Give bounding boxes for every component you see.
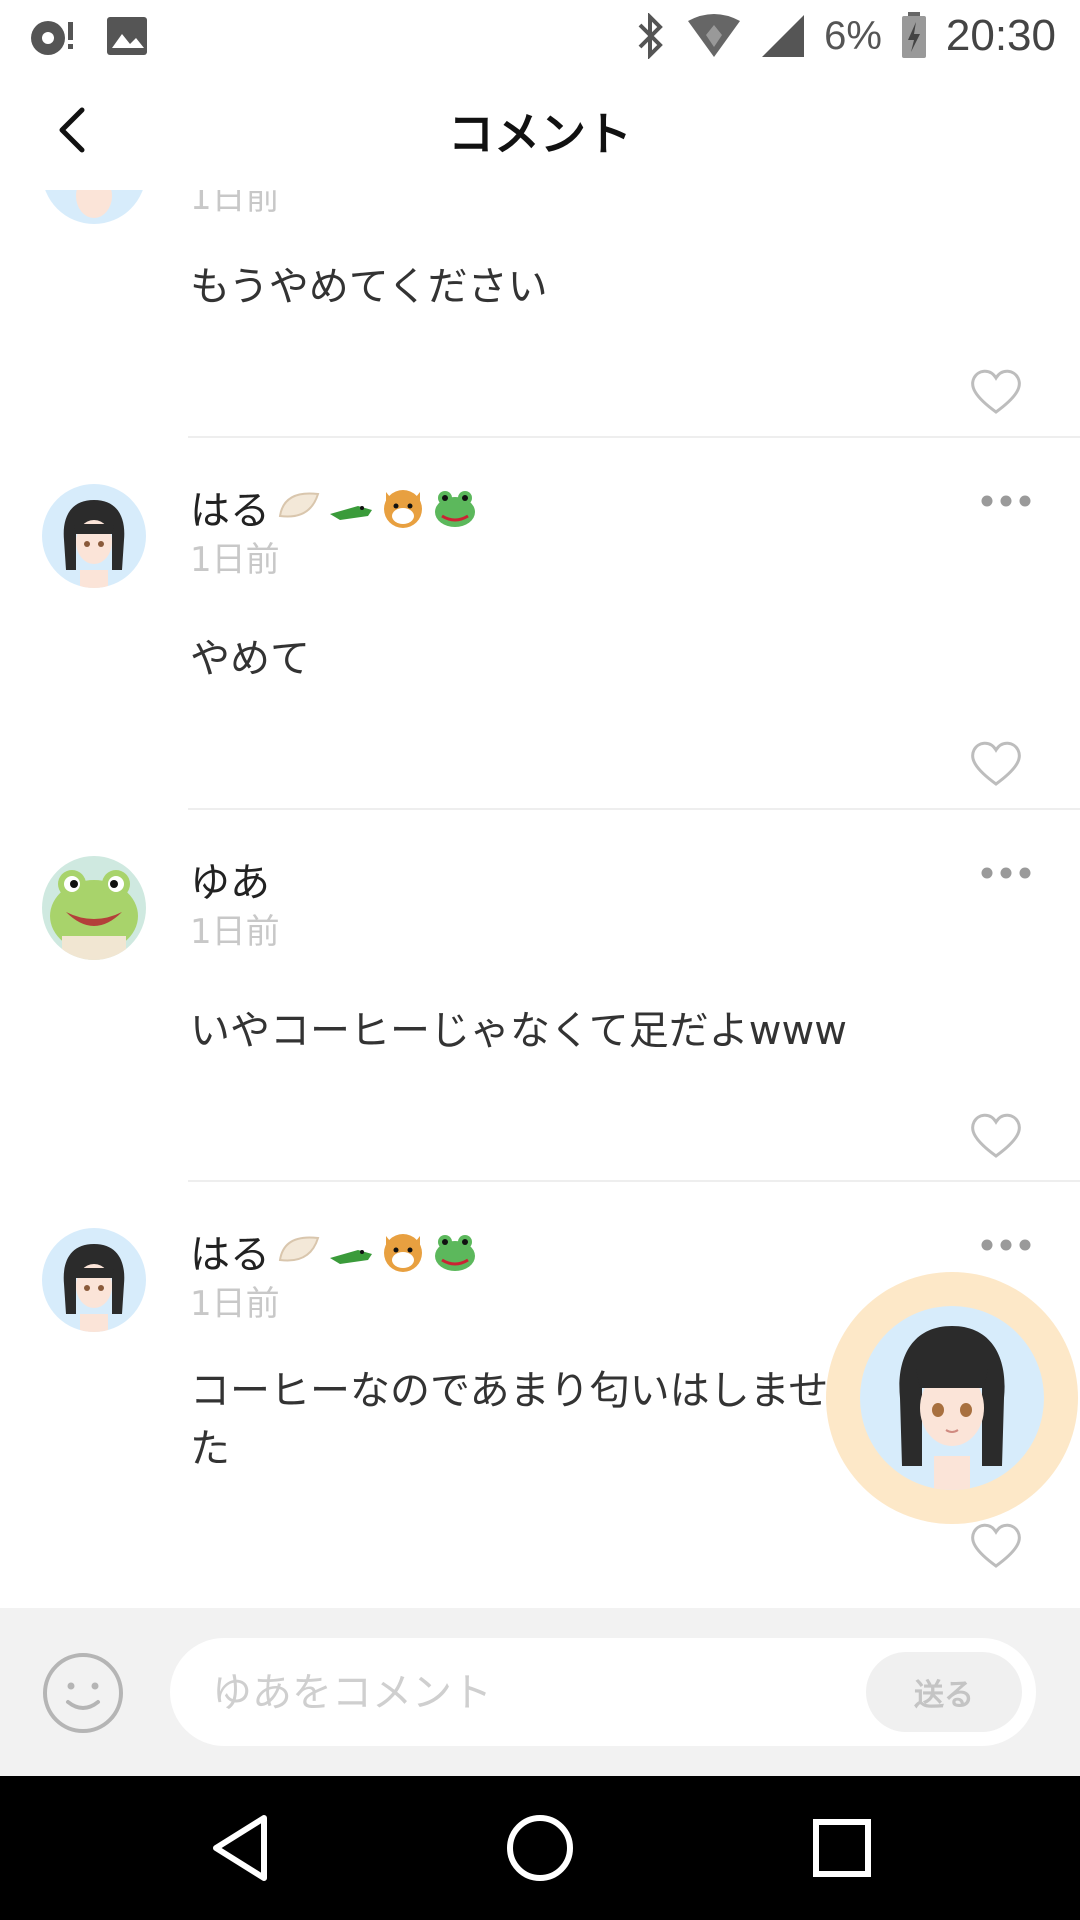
comment-text: やめて [190,636,310,682]
emoji-picker-icon[interactable] [42,1652,124,1734]
signal-icon [762,15,805,57]
divider [188,808,1080,810]
comment-time: 1日前 [190,540,280,580]
frog-emoji-icon [435,491,475,527]
podcast-notification-icon [31,21,73,55]
avatar[interactable] [42,1228,146,1332]
crocodile-emoji-icon [330,506,372,520]
wifi-icon [688,14,741,57]
comment-author-name[interactable]: ゆあ [190,850,270,908]
floating-avatar-button[interactable] [826,1272,1078,1524]
image-notification-icon [107,17,147,55]
system-nav-bar [0,1776,1080,1920]
nav-back-icon[interactable] [206,1812,278,1884]
comment-author-name[interactable]: はる [190,1222,270,1280]
like-heart-icon[interactable] [968,366,1024,416]
like-heart-icon[interactable] [968,738,1024,788]
page-title: コメント [448,107,632,161]
gyoza-emoji-icon [278,492,320,518]
avatar[interactable] [42,484,146,588]
like-heart-icon[interactable] [968,1110,1024,1160]
comment-author-name[interactable]: はる [190,478,270,536]
clock: 20:30 [945,11,1056,60]
nav-home-icon[interactable] [504,1812,576,1884]
comment-input-container: 送る [170,1638,1036,1746]
more-options-icon[interactable] [980,494,1032,508]
shiba-dog-emoji-icon [384,1234,422,1272]
divider [188,436,1080,438]
comment-time: 1日前 [190,190,280,218]
comment-text: もうやめてください [190,264,548,310]
floating-avatar [860,1306,1044,1490]
more-options-icon[interactable] [980,866,1032,880]
gyoza-emoji-icon [278,1236,320,1262]
comment-time: 1日前 [190,1284,280,1324]
avatar[interactable] [42,856,146,960]
battery-charging-icon [901,12,926,58]
bluetooth-icon [638,13,663,59]
more-options-icon[interactable] [980,1238,1032,1252]
like-heart-icon[interactable] [968,1520,1024,1570]
status-bar: 6% 20:30 [0,0,1080,72]
shiba-dog-emoji-icon [384,490,422,528]
comment-author-row: ゆあ [190,850,270,908]
comment-text: コーヒーなのであまり匂いはしませ た [190,1368,829,1472]
send-button[interactable]: 送る [866,1652,1022,1732]
comment-time: 1日前 [190,912,280,952]
header: コメント [0,72,1080,190]
battery-percent: 6% [824,13,882,58]
comment-input[interactable] [210,1658,814,1728]
crocodile-emoji-icon [330,1250,372,1264]
comment-input-bar: 送る [0,1608,1080,1776]
avatar[interactable] [42,190,146,224]
nav-recents-icon[interactable] [806,1812,878,1884]
comment-author-row: はる [190,478,478,536]
comment-text: いやコーヒーじゃなくて足だよwww [190,1008,847,1054]
comment-author-row: はる [190,1222,478,1280]
frog-emoji-icon [435,1235,475,1271]
divider [188,1180,1080,1182]
